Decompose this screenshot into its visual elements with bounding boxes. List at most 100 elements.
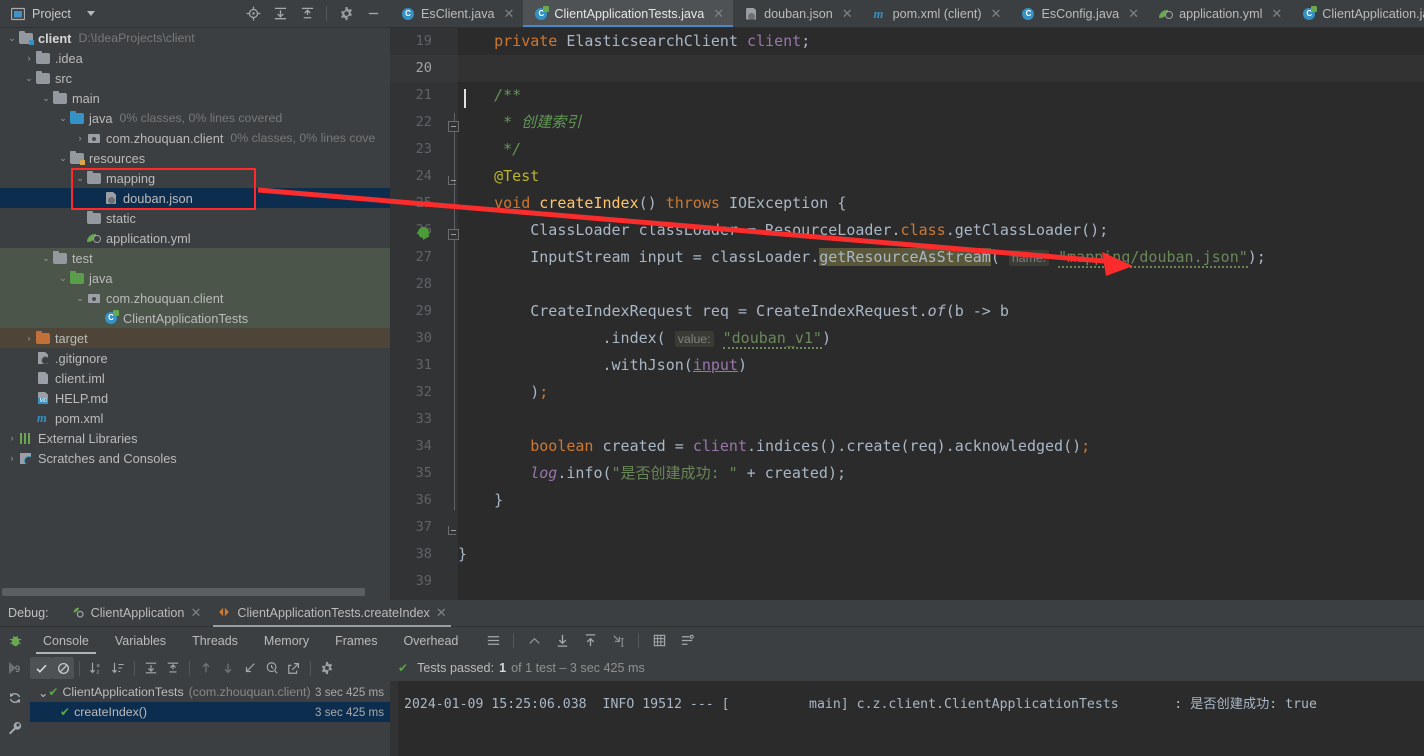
tree-node-help-md[interactable]: MD HELP.md <box>0 388 390 408</box>
test-settings-gear-icon[interactable] <box>316 657 338 679</box>
tree-toggle-right-icon[interactable]: › <box>6 433 18 443</box>
code-line-23[interactable]: 23 */ <box>390 136 1424 163</box>
editor-tab-esclient-java[interactable]: C EsClient.java ✕ <box>390 0 523 27</box>
code-line-39[interactable]: 39 <box>390 568 1424 595</box>
tree-node-scratches-and-consoles[interactable]: › Scratches and Consoles <box>0 448 390 468</box>
tree-toggle-down-icon[interactable]: ⌄ <box>40 93 52 104</box>
tree-toggle-down-icon[interactable]: ⌄ <box>74 293 86 304</box>
tree-node-test[interactable]: ⌄ test <box>0 248 390 268</box>
tree-node-client-iml[interactable]: client.iml <box>0 368 390 388</box>
code-line-37[interactable]: 37 <box>390 514 1424 541</box>
tree-toggle-down-icon[interactable]: ⌄ <box>23 73 35 84</box>
code-line-28[interactable]: 28 <box>390 271 1424 298</box>
tree-node-gitignore[interactable]: .gitignore <box>0 348 390 368</box>
step-into-icon[interactable] <box>554 633 570 649</box>
tests-toolbar[interactable]: az <box>30 654 390 682</box>
tree-node-mapping[interactable]: ⌄ mapping <box>0 168 390 188</box>
close-icon[interactable]: ✕ <box>991 6 1002 22</box>
tree-node-com-zhouquan-client[interactable]: ⌄ com.zhouquan.client <box>0 288 390 308</box>
expand-all-tests-icon[interactable] <box>140 657 162 679</box>
close-icon[interactable]: ✕ <box>190 605 201 621</box>
tree-node-main[interactable]: ⌄ main <box>0 88 390 108</box>
console-output[interactable]: 2024-01-09 15:25:06.038 INFO 19512 --- [… <box>390 681 1424 756</box>
code-line-19[interactable]: 19 private ElasticsearchClient client; <box>390 28 1424 55</box>
tree-toggle-right-icon[interactable]: › <box>23 53 35 63</box>
tree-node-java[interactable]: ⌄ java <box>0 268 390 288</box>
code-line-25[interactable]: 25 void createIndex() throws IOException… <box>390 190 1424 217</box>
editor-tab-bar[interactable]: C EsClient.java ✕ C ClientApplicationTests.j… <box>390 0 1424 28</box>
gear-icon[interactable] <box>338 6 354 22</box>
tree-toggle-down-icon[interactable]: ⌄ <box>6 33 18 44</box>
code-line-24[interactable]: 24 @Test <box>390 163 1424 190</box>
next-failed-icon[interactable] <box>217 657 239 679</box>
fold-marker-method-end[interactable] <box>448 526 456 535</box>
code-line-31[interactable]: 31 .withJson(input) <box>390 352 1424 379</box>
tree-node-idea[interactable]: › .idea <box>0 48 390 68</box>
code-editor[interactable]: 19 private ElasticsearchClient client; 20… <box>390 28 1424 600</box>
code-line-21[interactable]: 21 /** <box>390 82 1424 109</box>
tree-node-resources[interactable]: ⌄ resources <box>0 148 390 168</box>
tree-toggle-right-icon[interactable]: › <box>6 453 18 463</box>
fold-marker-javadoc-end[interactable] <box>448 176 456 185</box>
tree-node-src[interactable]: ⌄ src <box>0 68 390 88</box>
code-line-26[interactable]: 26 ClassLoader classLoader = ResourceLoa… <box>390 217 1424 244</box>
wrench-settings-icon[interactable] <box>7 720 23 736</box>
editor-tab-douban-json[interactable]: douban.json ✕ <box>733 0 862 27</box>
close-icon[interactable]: ✕ <box>842 6 853 22</box>
scrollbar-thumb[interactable] <box>2 588 365 596</box>
test-result-row[interactable]: ⌄ ✔ ClientApplicationTests (com.zhouquan.cl… <box>30 682 390 702</box>
grid-view-icon[interactable] <box>651 633 667 649</box>
settings-list-icon[interactable] <box>679 633 695 649</box>
debug-subtab-threads[interactable]: Threads <box>179 627 251 654</box>
debug-subtab-console[interactable]: Console <box>30 627 102 654</box>
tree-node-douban-json[interactable]: douban.json <box>0 188 390 208</box>
tree-toggle-down-icon[interactable]: ⌄ <box>57 153 69 164</box>
tests-results-tree[interactable]: ⌄ ✔ ClientApplicationTests (com.zhouquan.cl… <box>30 682 390 756</box>
tree-node-external-libraries[interactable]: › External Libraries <box>0 428 390 448</box>
tree-node-pom-xml[interactable]: m pom.xml <box>0 408 390 428</box>
tree-node-client[interactable]: ⌄ client D:\IdeaProjects\client <box>0 28 390 48</box>
debug-subtab-variables[interactable]: Variables <box>102 627 179 654</box>
tree-node-clientapplicationtests[interactable]: C ClientApplicationTests <box>0 308 390 328</box>
debug-subtab-bar[interactable]: Console Variables Threads Memory Frames Overh… <box>0 627 1424 654</box>
editor-tab-clientapplication-java[interactable]: CClientApplication.java✕ <box>1291 0 1424 27</box>
code-line-20[interactable]: 20 <box>390 55 1424 82</box>
close-icon[interactable]: ✕ <box>1271 6 1282 22</box>
debug-tab-create-index[interactable]: ClientApplicationTests.createIndex ✕ <box>209 600 454 627</box>
project-tree[interactable]: ⌄ client D:\IdeaProjects\client › .idea ⌄ src ⌄… <box>0 28 390 600</box>
code-line-34[interactable]: 34 boolean created = client.indices().cr… <box>390 433 1424 460</box>
tree-toggle-down-icon[interactable]: ⌄ <box>38 685 48 700</box>
chevron-down-icon[interactable] <box>86 11 95 16</box>
tree-node-static[interactable]: static <box>0 208 390 228</box>
close-icon[interactable]: ✕ <box>436 605 447 621</box>
code-lines[interactable]: 19 private ElasticsearchClient client; 20… <box>390 28 1424 595</box>
tree-toggle-down-icon[interactable]: ⌄ <box>74 173 86 184</box>
code-line-33[interactable]: 33 <box>390 406 1424 433</box>
close-icon[interactable]: ✕ <box>713 6 724 22</box>
code-line-38[interactable]: 38} <box>390 541 1424 568</box>
debug-subtab-memory[interactable]: Memory <box>251 627 322 654</box>
test-result-row[interactable]: ✔ createIndex() 3 sec 425 ms <box>30 702 390 722</box>
tree-node-java[interactable]: ⌄ java 0% classes, 0% lines covered <box>0 108 390 128</box>
export-test-results-icon[interactable] <box>283 657 305 679</box>
debug-tab-client-application[interactable]: ClientApplication ✕ <box>63 600 210 627</box>
editor-tab-pom-xml-client[interactable]: m pom.xml (client) ✕ <box>862 0 1011 27</box>
sort-by-duration-icon[interactable] <box>107 657 129 679</box>
sort-alphabetically-icon[interactable]: az <box>85 657 107 679</box>
tree-toggle-right-icon[interactable]: › <box>23 333 35 343</box>
hide-panel-icon[interactable] <box>365 6 381 22</box>
tree-toggle-down-icon[interactable]: ⌄ <box>57 113 69 124</box>
rerun-icon[interactable] <box>7 690 23 706</box>
code-line-36[interactable]: 36 } <box>390 487 1424 514</box>
code-line-32[interactable]: 32 ); <box>390 379 1424 406</box>
force-step-icon[interactable] <box>582 633 598 649</box>
jump-to-source-icon[interactable] <box>239 657 261 679</box>
show-ignored-icon[interactable] <box>52 657 74 679</box>
code-line-35[interactable]: 35 log.info("是否创建成功: " + created); <box>390 460 1424 487</box>
tree-toggle-right-icon[interactable]: › <box>74 133 86 143</box>
editor-tab-clientapplicationtests-java[interactable]: C ClientApplicationTests.java ✕ <box>523 0 734 27</box>
step-out-icon[interactable] <box>526 633 542 649</box>
tree-toggle-down-icon[interactable]: ⌄ <box>57 273 69 284</box>
show-passed-icon[interactable] <box>30 657 52 679</box>
menu-icon[interactable] <box>485 633 501 649</box>
